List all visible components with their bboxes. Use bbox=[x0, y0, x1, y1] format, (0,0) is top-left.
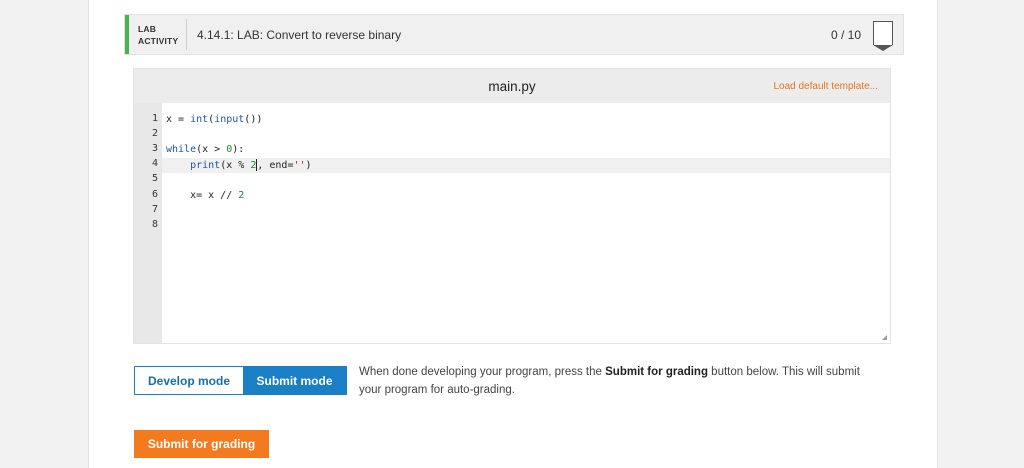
code-token: (x % bbox=[220, 160, 251, 171]
submit-for-grading-button[interactable]: Submit for grading bbox=[134, 430, 269, 458]
code-line-4[interactable]: print(x % 2, end='') bbox=[166, 158, 312, 173]
line-number: 3 bbox=[151, 143, 158, 154]
code-line-6[interactable]: x= x // 2 bbox=[166, 188, 244, 203]
line-number: 4 bbox=[151, 158, 158, 169]
load-default-template-link[interactable]: Load default template... bbox=[773, 81, 878, 92]
code-token: int bbox=[190, 114, 209, 125]
header-divider bbox=[186, 19, 187, 50]
code-token: while bbox=[166, 144, 197, 155]
line-number-gutter: 1 2 3 4 5 6 7 8 bbox=[134, 103, 162, 343]
code-token: ): bbox=[232, 144, 245, 155]
line-number: 1 bbox=[151, 113, 158, 124]
code-token: '' bbox=[293, 160, 306, 171]
badge-icon bbox=[872, 21, 893, 51]
mode-description: When done developing your program, press… bbox=[359, 363, 869, 399]
code-editor[interactable]: main.py Load default template... 1 2 3 4… bbox=[133, 68, 891, 344]
line-number: 5 bbox=[151, 173, 158, 184]
code-token: (x > bbox=[196, 144, 227, 155]
submit-mode-button[interactable]: Submit mode bbox=[243, 367, 346, 394]
lab-title: 4.14.1: LAB: Convert to reverse binary bbox=[197, 28, 402, 42]
code-token: x= x // bbox=[166, 190, 239, 201]
code-token: 2 bbox=[238, 190, 245, 201]
mode-toggle: Develop mode Submit mode bbox=[134, 366, 347, 395]
lab-header: LAB ACTIVITY 4.14.1: LAB: Convert to rev… bbox=[124, 14, 904, 55]
code-line-3[interactable]: while(x > 0): bbox=[166, 142, 244, 157]
code-line-1[interactable]: x = int(input()) bbox=[166, 112, 262, 127]
line-number: 7 bbox=[151, 204, 158, 215]
code-token: print bbox=[190, 160, 221, 171]
lab-score: 0 / 10 bbox=[830, 28, 861, 42]
lab-activity-label: LAB ACTIVITY bbox=[138, 23, 178, 47]
editor-header: main.py Load default template... bbox=[134, 69, 890, 103]
lab-type-line1: LAB bbox=[138, 24, 157, 34]
code-token: input bbox=[214, 114, 245, 125]
code-token: , end= bbox=[257, 160, 294, 171]
resize-handle[interactable] bbox=[882, 335, 887, 340]
mode-description-prefix: When done developing your program, press… bbox=[359, 366, 606, 378]
develop-mode-button[interactable]: Develop mode bbox=[135, 367, 243, 394]
code-token: x = bbox=[166, 114, 191, 125]
lab-accent-bar bbox=[125, 15, 129, 54]
line-number: 6 bbox=[151, 189, 158, 200]
line-number: 8 bbox=[151, 219, 158, 230]
code-token: ()) bbox=[244, 114, 263, 125]
lab-type-line2: ACTIVITY bbox=[138, 36, 179, 46]
mode-description-bold: Submit for grading bbox=[605, 366, 708, 378]
line-number: 2 bbox=[151, 128, 158, 139]
code-token: ) bbox=[305, 160, 312, 171]
